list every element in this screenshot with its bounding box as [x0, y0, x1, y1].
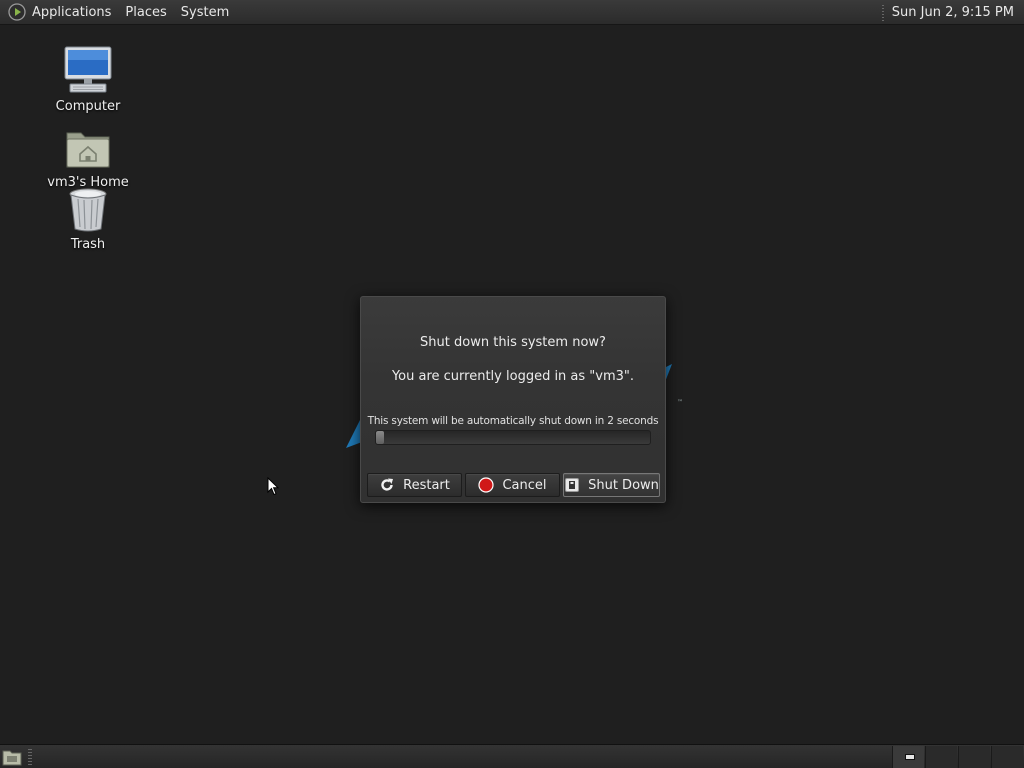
bottom-panel: [0, 744, 1024, 768]
shutdown-icon: [564, 477, 580, 493]
workspace-window-indicator: [905, 754, 915, 760]
applications-logo-icon: [8, 3, 26, 21]
cancel-button-label: Cancel: [502, 477, 547, 493]
cancel-button[interactable]: Cancel: [465, 473, 560, 497]
desktop-icon-label: Computer: [55, 99, 121, 114]
system-menu-label: System: [180, 4, 230, 20]
workspace-1[interactable]: [892, 746, 924, 768]
desktop-icon-home[interactable]: vm3's Home: [28, 127, 148, 190]
shutdown-dialog: Shut down this system now? You are curre…: [360, 296, 666, 503]
computer-icon: [64, 46, 112, 93]
desktop-icon-label: Trash: [70, 237, 106, 252]
dialog-heading: Shut down this system now?: [420, 335, 606, 350]
clock[interactable]: Sun Jun 2, 9:15 PM: [892, 5, 1024, 20]
desktop-icon-computer[interactable]: Computer: [28, 45, 148, 114]
countdown-label: This system will be automatically shut d…: [367, 415, 659, 427]
restart-icon: [379, 477, 395, 493]
show-desktop-icon[interactable]: [2, 748, 22, 766]
shutdown-button-label: Shut Down: [588, 477, 659, 493]
applications-menu[interactable]: Applications: [0, 0, 118, 25]
applications-menu-label: Applications: [32, 4, 112, 20]
desktop-icon-trash[interactable]: Trash: [28, 187, 148, 252]
places-menu-label: Places: [125, 4, 167, 20]
panel-separator: [881, 4, 884, 21]
clock-area: Sun Jun 2, 9:15 PM: [881, 0, 1024, 25]
home-folder-icon: [66, 132, 110, 168]
system-menu[interactable]: System: [174, 0, 236, 25]
workspace-2[interactable]: [925, 746, 957, 768]
shutdown-button[interactable]: Shut Down: [563, 473, 660, 497]
dialog-subtext: You are currently logged in as "vm3".: [391, 369, 635, 384]
countdown-progress-bar: [375, 430, 651, 445]
workspace-3[interactable]: [958, 746, 990, 768]
workspace-4[interactable]: [991, 746, 1023, 768]
cancel-icon: [478, 477, 495, 493]
panel-grip[interactable]: [28, 749, 32, 765]
countdown-progress-fill: [376, 431, 385, 444]
svg-text:™: ™: [677, 399, 683, 406]
trash-icon: [69, 188, 107, 232]
top-panel: Applications Places System Sun Jun 2, 9:…: [0, 0, 1024, 25]
mouse-cursor-icon: [267, 477, 279, 496]
restart-button-label: Restart: [403, 477, 450, 493]
places-menu[interactable]: Places: [118, 0, 173, 25]
restart-button[interactable]: Restart: [367, 473, 462, 497]
